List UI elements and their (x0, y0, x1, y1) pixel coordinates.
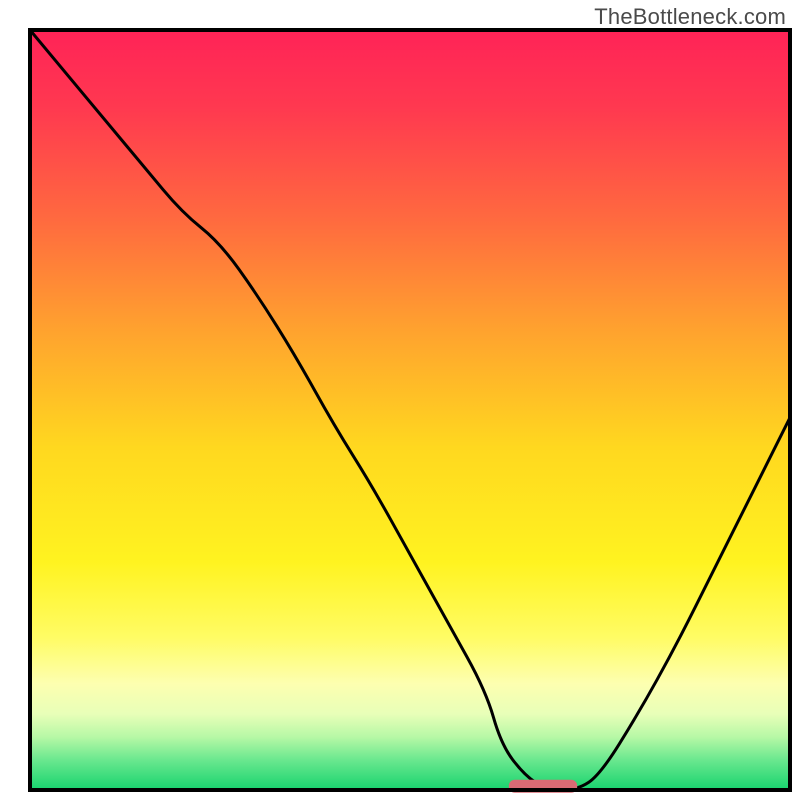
plot-background (30, 30, 790, 790)
chart-container: TheBottleneck.com (0, 0, 800, 800)
watermark-text: TheBottleneck.com (594, 4, 786, 30)
chart-svg (0, 0, 800, 800)
